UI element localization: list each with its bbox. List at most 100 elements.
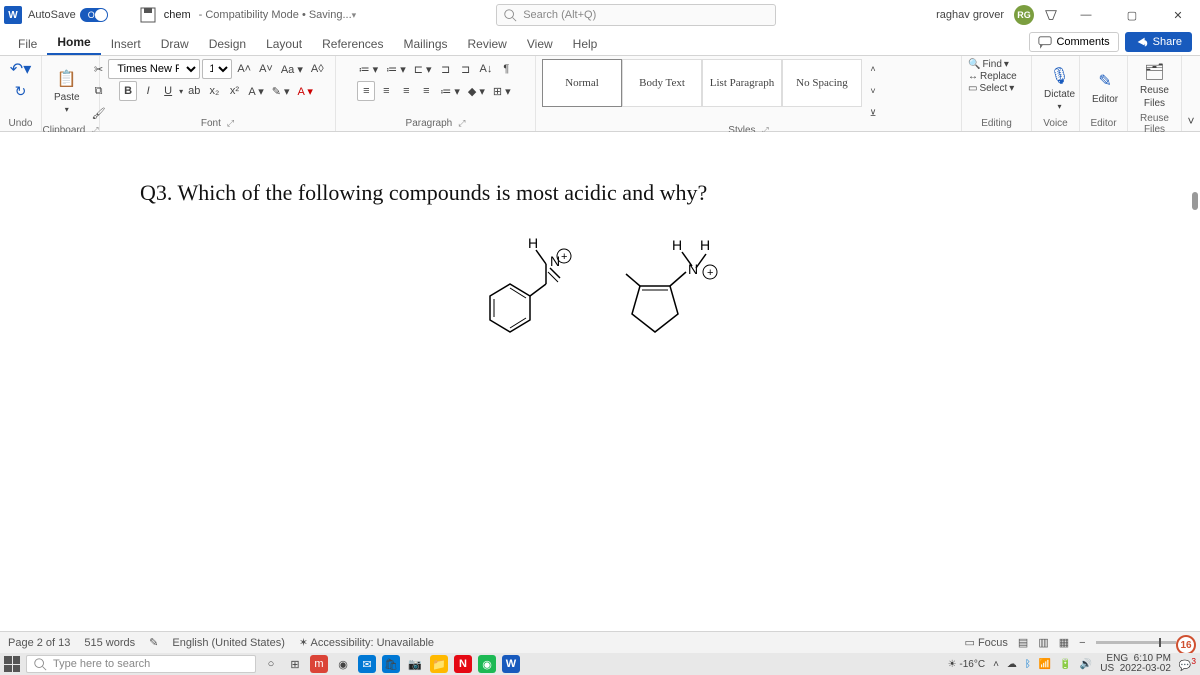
justify-button[interactable]: ≡ bbox=[417, 81, 435, 101]
show-marks-button[interactable]: ¶ bbox=[497, 59, 515, 79]
align-center-button[interactable]: ≡ bbox=[377, 81, 395, 101]
select-button[interactable]: ▭ Select ▾ bbox=[968, 83, 1014, 94]
borders-button[interactable]: ⊞ ▾ bbox=[490, 81, 514, 101]
multilevel-button[interactable]: ⊏ ▾ bbox=[411, 59, 435, 79]
paragraph-launcher-icon[interactable]: ⤢ bbox=[458, 118, 465, 129]
start-button[interactable] bbox=[4, 656, 20, 672]
style-no-spacing[interactable]: No Spacing bbox=[782, 59, 862, 107]
sound-icon[interactable]: 🔊 bbox=[1080, 659, 1092, 670]
find-button[interactable]: 🔍 Find ▾ bbox=[968, 59, 1009, 70]
strike-button[interactable]: ab bbox=[185, 81, 203, 101]
scroll-handle[interactable] bbox=[1192, 192, 1198, 210]
tab-help[interactable]: Help bbox=[563, 33, 608, 55]
close-button[interactable]: ✕ bbox=[1160, 3, 1196, 27]
maximize-button[interactable]: ▢ bbox=[1114, 3, 1150, 27]
share-button[interactable]: Share bbox=[1125, 32, 1192, 52]
clear-format-button[interactable]: A◊ bbox=[308, 59, 327, 79]
text-effects-button[interactable]: A ▾ bbox=[245, 81, 266, 101]
font-name-select[interactable]: Times New Roman bbox=[108, 59, 200, 79]
tray-expand-icon[interactable]: ˄ bbox=[993, 659, 999, 670]
zoom-out-icon[interactable]: − bbox=[1079, 637, 1085, 649]
numbering-button[interactable]: ≔ ▾ bbox=[383, 59, 409, 79]
bold-button[interactable]: B bbox=[119, 81, 137, 101]
tab-review[interactable]: Review bbox=[458, 33, 517, 55]
shading-button[interactable]: ◆ ▾ bbox=[465, 81, 488, 101]
tab-file[interactable]: File bbox=[8, 33, 47, 55]
print-layout-icon[interactable]: ▥ bbox=[1038, 636, 1048, 649]
italic-button[interactable]: I bbox=[139, 81, 157, 101]
save-icon[interactable] bbox=[140, 7, 156, 23]
zoom-slider[interactable] bbox=[1096, 641, 1176, 644]
align-right-button[interactable]: ≡ bbox=[397, 81, 415, 101]
battery-icon[interactable]: 🔋 bbox=[1059, 659, 1071, 670]
explorer-icon[interactable]: 📁 bbox=[430, 655, 448, 673]
chrome-icon[interactable]: ◉ bbox=[334, 655, 352, 673]
change-case-button[interactable]: Aa ▾ bbox=[278, 59, 306, 79]
web-layout-icon[interactable]: ▦ bbox=[1059, 636, 1069, 649]
search-input[interactable]: Search (Alt+Q) bbox=[496, 4, 776, 26]
doc-dropdown-icon[interactable]: ▾ bbox=[352, 10, 357, 21]
tab-mailings[interactable]: Mailings bbox=[393, 33, 457, 55]
status-language[interactable]: English (United States) bbox=[172, 637, 285, 649]
weather-icon[interactable]: ☀ -16°C bbox=[948, 659, 985, 670]
tab-layout[interactable]: Layout bbox=[256, 33, 312, 55]
wifi-icon[interactable]: 📶 bbox=[1039, 659, 1051, 670]
mail-icon[interactable]: ✉ bbox=[358, 655, 376, 673]
ribbon-collapse-icon[interactable]: ˅ bbox=[1182, 111, 1200, 131]
styles-scroll-down-icon[interactable]: ˅ bbox=[864, 81, 882, 101]
taskview-icon[interactable]: ⊞ bbox=[286, 655, 304, 673]
style-body-text[interactable]: Body Text bbox=[622, 59, 702, 107]
font-launcher-icon[interactable]: ⤢ bbox=[227, 118, 234, 129]
focus-button[interactable]: ▭ Focus bbox=[964, 636, 1007, 649]
document-area[interactable]: Q3. Which of the following compounds is … bbox=[0, 132, 1200, 631]
underline-button[interactable]: U bbox=[159, 81, 177, 101]
undo-button[interactable]: ↶▾ bbox=[7, 59, 34, 79]
present-icon[interactable] bbox=[1044, 8, 1058, 22]
taskbar-search[interactable]: Type here to search bbox=[26, 655, 256, 673]
tab-insert[interactable]: Insert bbox=[101, 33, 151, 55]
styles-scroll-up-icon[interactable]: ˄ bbox=[864, 59, 882, 79]
paste-button[interactable]: 📋 Paste ▾ bbox=[48, 66, 86, 116]
notification-badge[interactable]: 16 bbox=[1176, 635, 1196, 655]
style-normal[interactable]: Normal bbox=[542, 59, 622, 107]
redo-button[interactable]: ↻ bbox=[12, 81, 30, 101]
reuse-files-button[interactable]: 🗂ReuseFiles bbox=[1134, 59, 1175, 111]
read-mode-icon[interactable]: ▤ bbox=[1018, 636, 1028, 649]
clock[interactable]: ENG 6:10 PM US 2022-03-02 bbox=[1100, 654, 1171, 674]
netflix-icon[interactable]: N bbox=[454, 655, 472, 673]
style-list-paragraph[interactable]: List Paragraph bbox=[702, 59, 782, 107]
camera-icon[interactable]: 📷 bbox=[406, 655, 424, 673]
font-size-select[interactable]: 12 bbox=[202, 59, 232, 79]
status-page[interactable]: Page 2 of 13 bbox=[8, 637, 70, 649]
status-words[interactable]: 515 words bbox=[84, 637, 135, 649]
cortana-icon[interactable]: ○ bbox=[262, 655, 280, 673]
editor-button[interactable]: ✎Editor bbox=[1086, 68, 1124, 107]
dictate-button[interactable]: 🎙Dictate▾ bbox=[1038, 63, 1081, 113]
word-taskbar-icon[interactable]: W bbox=[502, 655, 520, 673]
increase-indent-button[interactable]: ⊐ bbox=[457, 59, 475, 79]
onedrive-icon[interactable]: ☁ bbox=[1007, 659, 1017, 670]
comments-button[interactable]: Comments bbox=[1029, 32, 1118, 52]
font-color-button[interactable]: A ▾ bbox=[295, 81, 316, 101]
tab-draw[interactable]: Draw bbox=[151, 33, 199, 55]
tab-design[interactable]: Design bbox=[199, 33, 256, 55]
status-accessibility[interactable]: ✶ Accessibility: Unavailable bbox=[299, 636, 434, 649]
gmail-icon[interactable]: m bbox=[310, 655, 328, 673]
user-avatar[interactable]: RG bbox=[1014, 5, 1034, 25]
subscript-button[interactable]: x₂ bbox=[205, 81, 223, 101]
underline-dropdown-icon[interactable]: ▾ bbox=[179, 87, 183, 96]
styles-more-icon[interactable]: ⊻ bbox=[864, 103, 882, 123]
tab-home[interactable]: Home bbox=[47, 31, 100, 55]
highlight-button[interactable]: ✎ ▾ bbox=[269, 81, 293, 101]
bluetooth-icon[interactable]: ᛒ bbox=[1025, 659, 1031, 670]
store-icon[interactable]: 🛍 bbox=[382, 655, 400, 673]
line-spacing-button[interactable]: ≔ ▾ bbox=[437, 81, 463, 101]
decrease-indent-button[interactable]: ⊐ bbox=[437, 59, 455, 79]
spotify-icon[interactable]: ◉ bbox=[478, 655, 496, 673]
replace-button[interactable]: ↔ Replace bbox=[968, 71, 1017, 82]
shrink-font-button[interactable]: A˅ bbox=[256, 59, 276, 79]
tab-view[interactable]: View bbox=[517, 33, 563, 55]
status-proofing-icon[interactable]: ✎ bbox=[149, 636, 158, 649]
align-left-button[interactable]: ≡ bbox=[357, 81, 375, 101]
tab-references[interactable]: References bbox=[312, 33, 393, 55]
